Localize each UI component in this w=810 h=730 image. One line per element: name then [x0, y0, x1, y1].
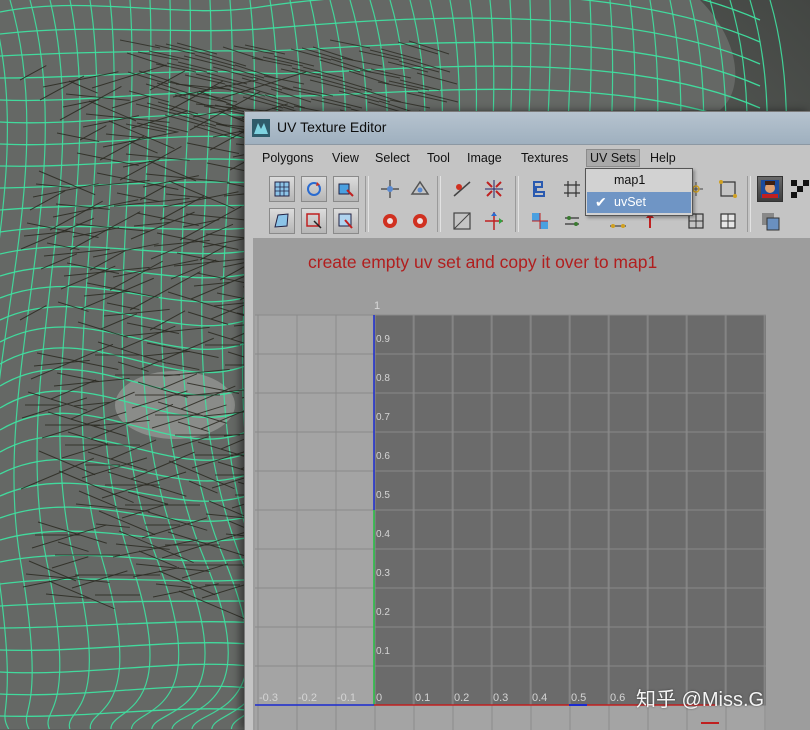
flip-v-icon	[410, 180, 430, 195]
uv-texture-editor-window: UV Texture Editor Polygons View Select T…	[244, 111, 810, 730]
face-image-icon	[761, 180, 779, 198]
uvset-label: uvSet	[614, 195, 646, 209]
toolbar-separator	[515, 176, 519, 232]
uvset-item-map1[interactable]: map1	[587, 170, 691, 191]
straighten-uv-button[interactable]	[527, 208, 553, 234]
toolbar-separator	[365, 176, 369, 232]
v-label: 0.5	[376, 490, 390, 501]
menu-tool[interactable]: Tool	[424, 150, 453, 166]
menu-polygons[interactable]: Polygons	[259, 150, 316, 166]
v-label: 0.8	[376, 373, 390, 384]
move-sew-icon	[485, 212, 503, 230]
uv-select-grid-button[interactable]	[269, 176, 295, 202]
grid-uv-icon	[564, 181, 580, 197]
u-label: 0.6	[610, 692, 625, 704]
u-label: -0.1	[337, 692, 356, 704]
move-uv-icon	[338, 183, 354, 197]
v-label: 0.9	[376, 334, 390, 345]
menu-textures[interactable]: Textures	[518, 150, 571, 166]
move-sew-button[interactable]	[481, 208, 507, 234]
uv-tweak-button[interactable]	[333, 208, 359, 234]
u-label: 0.3	[493, 692, 508, 704]
checker-icon	[791, 180, 809, 198]
menu-help[interactable]: Help	[647, 150, 679, 166]
rotate-cw-icon	[413, 214, 427, 228]
uv-editor-canvas[interactable]: create empty uv set and copy it over to …	[253, 238, 810, 730]
window-title: UV Texture Editor	[277, 119, 387, 135]
watermark: 知乎 @Miss.G	[636, 689, 765, 711]
u-label: 0.1	[415, 692, 430, 704]
v-label-top: 1	[374, 300, 380, 312]
uv-lattice-button[interactable]	[269, 208, 295, 234]
v-label: 0.2	[376, 607, 390, 618]
uv-rotate-button[interactable]	[301, 176, 327, 202]
u-label: 0	[376, 692, 382, 704]
sew-uv-icon	[453, 212, 471, 230]
split-uv-icon	[485, 180, 503, 198]
grid-select-icon	[274, 181, 290, 197]
v-label: 0.7	[376, 412, 390, 423]
uv-grid: 1 0.9 0.8 0.7 0.6 0.5 0.4 0.3 0.2 0.1 -0.3 -0.2 -0.1…	[255, 300, 766, 730]
uv-select-shell-button[interactable]	[301, 208, 327, 234]
menu-select[interactable]: Select	[372, 150, 413, 166]
toolbar-separator	[437, 176, 441, 232]
u-label: 0.2	[454, 692, 469, 704]
display-image-button[interactable]	[757, 176, 783, 202]
cut-uv-icon	[453, 181, 471, 197]
split-uv-button[interactable]	[481, 176, 507, 202]
uvset-label: map1	[614, 173, 646, 187]
uvset-item-uvset[interactable]: ✔ uvSet	[587, 192, 691, 213]
u-label: 0.4	[532, 692, 547, 704]
maya-app-icon	[252, 119, 270, 137]
grid-uv-button[interactable]	[559, 176, 585, 202]
rotate-uv-icon	[307, 182, 321, 196]
layout-uv-button[interactable]	[527, 176, 553, 202]
sew-uv-button[interactable]	[449, 208, 475, 234]
v-label: 0.3	[376, 568, 390, 579]
checkmark-icon: ✔	[595, 194, 607, 210]
checker-map-button[interactable]	[787, 176, 810, 202]
select-shell-icon	[306, 213, 322, 229]
uv-move-button[interactable]	[333, 176, 359, 202]
rotate-ccw-icon	[383, 214, 397, 228]
flip-u-button[interactable]	[377, 176, 403, 202]
align-uv-button[interactable]	[559, 208, 585, 234]
flip-u-icon	[381, 180, 399, 198]
menu-image[interactable]: Image	[464, 150, 505, 166]
dim-image-icon	[762, 213, 780, 231]
straighten-uv-icon	[532, 213, 548, 229]
u-label: -0.3	[259, 692, 278, 704]
v-label: 0.6	[376, 451, 390, 462]
align-uv-icon	[565, 216, 579, 226]
title-bar[interactable]: UV Texture Editor	[245, 112, 810, 145]
uv-sets-dropdown: map1 ✔ uvSet	[585, 168, 693, 216]
rotate-ccw-button[interactable]	[377, 208, 403, 234]
u-label: 0.5	[571, 692, 586, 704]
menu-view[interactable]: View	[329, 150, 362, 166]
frame-uv-button[interactable]	[715, 176, 741, 202]
tweak-icon	[338, 213, 353, 229]
menu-uv-sets[interactable]: UV Sets	[586, 149, 640, 167]
toolbar-separator	[747, 176, 751, 232]
toolbar	[253, 170, 810, 238]
v-label: 0.4	[376, 529, 390, 540]
frame-uv-icon	[719, 180, 737, 198]
v-label: 0.1	[376, 646, 390, 657]
rotate-cw-button[interactable]	[407, 208, 433, 234]
dim-image-button[interactable]	[757, 208, 783, 234]
uv-grid-toggle-button[interactable]	[715, 208, 741, 234]
cut-uv-button[interactable]	[449, 176, 475, 202]
menu-bar: Polygons View Select Tool Image Textures…	[253, 148, 810, 168]
uv-grid-icon	[720, 213, 736, 229]
lattice-icon	[274, 213, 289, 228]
u-label: -0.2	[298, 692, 317, 704]
layout-uv-icon	[533, 181, 545, 197]
flip-v-button[interactable]	[407, 176, 433, 202]
